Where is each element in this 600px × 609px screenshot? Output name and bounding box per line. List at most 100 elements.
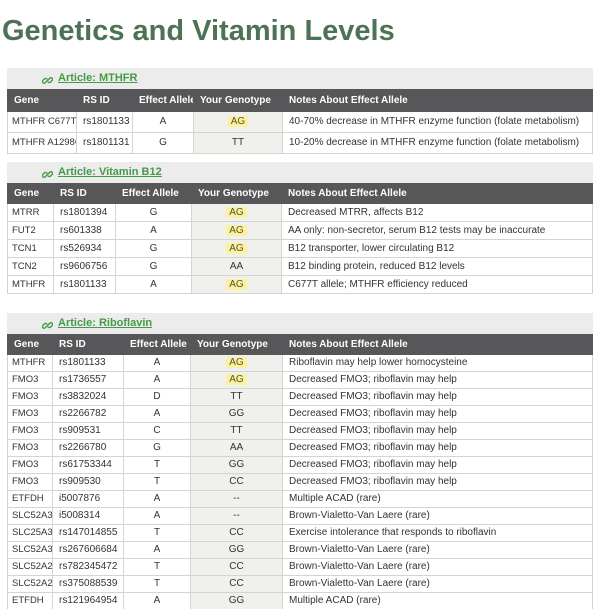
column-header: Gene: [7, 334, 53, 355]
notes-cell: Decreased FMO3; riboflavin may help: [282, 422, 593, 440]
genotype-value: GG: [228, 459, 245, 470]
genotype-cell: CC: [190, 575, 283, 593]
rsid-cell: rs1736557: [52, 371, 124, 389]
rsid-cell: rs2266782: [52, 405, 124, 423]
genotype-value: GG: [228, 595, 245, 606]
rsid-cell: rs1801133: [53, 275, 116, 294]
rsid-cell: i5007876: [52, 490, 124, 508]
genotype-cell: TT: [190, 388, 283, 406]
notes-cell: Brown-Vialetto-Van Laere (rare): [282, 575, 593, 593]
rsid-cell: rs909530: [52, 473, 124, 491]
notes-cell: Decreased FMO3; riboflavin may help: [282, 456, 593, 474]
rsid-cell: rs1801394: [53, 203, 116, 222]
effect-allele-cell: T: [123, 524, 191, 542]
table-row: MTHFR rs1801133 A AG Riboflavin may help low…: [7, 354, 593, 372]
genotype-table: Gene RS ID Effect Allele Your Genotype Notes…: [7, 183, 593, 294]
genotype-cell: AG: [190, 354, 283, 372]
gene-cell: ETFDH: [7, 592, 53, 609]
genotype-value: GG: [228, 544, 245, 555]
table-row: FUT2 rs601338 A AG AA only: non-secretor, se…: [7, 221, 593, 240]
report-section: Article: MTHFR Gene RS ID Effect Allele You…: [7, 68, 593, 154]
table-header-row: Gene RS ID Effect Allele Your Genotype Notes…: [7, 334, 593, 355]
notes-cell: AA only: non-secretor, serum B12 tests m…: [281, 221, 593, 240]
table-row: TCN1 rs526934 G AG B12 transporter, lower ci…: [7, 239, 593, 258]
genotype-cell: AA: [190, 439, 283, 457]
table-row: SLC52A3 rs267606684 A GG Brown-Vialetto-Van …: [7, 541, 593, 559]
table-row: FMO3 rs2266780 G AA Decreased FMO3; riboflav…: [7, 439, 593, 457]
rsid-cell: rs375088539: [52, 575, 124, 593]
article-link-strip: Article: Riboflavin: [7, 313, 593, 334]
genotype-cell: AA: [191, 257, 282, 276]
notes-cell: Brown-Vialetto-Van Laere (rare): [282, 558, 593, 576]
table-row: FMO3 rs909530 T CC Decreased FMO3; riboflavi…: [7, 473, 593, 491]
notes-cell: Decreased FMO3; riboflavin may help: [282, 405, 593, 423]
rsid-cell: rs147014855: [52, 524, 124, 542]
column-header: Notes About Effect Allele: [282, 89, 593, 112]
gene-cell: FMO3: [7, 473, 53, 491]
effect-allele-cell: A: [123, 507, 191, 525]
gene-cell: TCN1: [7, 239, 54, 258]
effect-allele-cell: C: [123, 422, 191, 440]
rsid-cell: rs3832024: [52, 388, 124, 406]
gene-cell: SLC52A3: [7, 541, 53, 559]
genotype-cell: AG: [191, 221, 282, 240]
genotype-cell: --: [190, 490, 283, 508]
notes-cell: Brown-Vialetto-Van Laere (rare): [282, 541, 593, 559]
genotype-value: TT: [231, 137, 245, 148]
genotype-highlight: AG: [226, 374, 247, 385]
gene-cell: ETFDH: [7, 490, 53, 508]
genotype-table: Gene RS ID Effect Allele Your Genotype Notes…: [7, 334, 593, 609]
table-row: FMO3 rs2266782 A GG Decreased FMO3; riboflav…: [7, 405, 593, 423]
effect-allele-cell: G: [132, 132, 194, 154]
genotype-highlight: AG: [226, 225, 247, 236]
genotype-value: AA: [229, 442, 244, 453]
genotype-cell: GG: [190, 592, 283, 609]
table-row: FMO3 rs61753344 T GG Decreased FMO3; ribofla…: [7, 456, 593, 474]
table-row: FMO3 rs1736557 A AG Decreased FMO3; riboflav…: [7, 371, 593, 389]
column-header: Notes About Effect Allele: [281, 183, 593, 204]
gene-cell: FMO3: [7, 405, 53, 423]
genotype-highlight: AG: [227, 116, 249, 127]
genotype-cell: TT: [193, 132, 283, 154]
genotype-table: Gene RS ID Effect Allele Your Genotype Notes…: [7, 89, 593, 154]
rsid-cell: rs782345472: [52, 558, 124, 576]
genotype-value: CC: [229, 578, 244, 589]
column-header: Your Genotype: [191, 183, 282, 204]
table-row: MTHFR C677T rs1801133 A AG 40-70% decrease i…: [7, 111, 593, 133]
effect-allele-cell: T: [123, 575, 191, 593]
chain-link-icon: [41, 167, 54, 178]
effect-allele-cell: G: [115, 239, 192, 258]
effect-allele-cell: A: [123, 541, 191, 559]
article-link[interactable]: Article: MTHFR: [58, 72, 137, 85]
article-link-strip: Article: Vitamin B12: [7, 162, 593, 183]
column-header: RS ID: [53, 183, 116, 204]
chain-link-icon: [41, 73, 54, 84]
genotype-highlight: AG: [226, 357, 247, 368]
table-row: ETFDH rs121964954 A GG Multiple ACAD (rare): [7, 592, 593, 609]
column-header: Gene: [7, 183, 54, 204]
gene-cell: FMO3: [7, 422, 53, 440]
report-section: Article: Riboflavin Gene RS ID Effect Alle…: [7, 313, 593, 609]
notes-cell: Decreased MTRR, affects B12: [281, 203, 593, 222]
effect-allele-cell: A: [123, 405, 191, 423]
effect-allele-cell: G: [115, 203, 192, 222]
rsid-cell: rs526934: [53, 239, 116, 258]
table-header-row: Gene RS ID Effect Allele Your Genotype Notes…: [7, 89, 593, 112]
notes-cell: Decreased FMO3; riboflavin may help: [282, 371, 593, 389]
column-header: Your Genotype: [193, 89, 283, 112]
effect-allele-cell: A: [123, 592, 191, 609]
genotype-value: TT: [230, 391, 243, 402]
genotype-highlight: AG: [226, 207, 247, 218]
effect-allele-cell: A: [123, 490, 191, 508]
article-link[interactable]: Article: Riboflavin: [58, 317, 152, 330]
notes-cell: Decreased FMO3; riboflavin may help: [282, 473, 593, 491]
notes-cell: 10-20% decrease in MTHFR enzyme function…: [282, 132, 593, 154]
table-row: SLC52A2 rs375088539 T CC Brown-Vialetto-Van …: [7, 575, 593, 593]
rsid-cell: i5008314: [52, 507, 124, 525]
notes-cell: Decreased FMO3; riboflavin may help: [282, 439, 593, 457]
genotype-value: --: [233, 510, 240, 521]
genotype-value: GG: [228, 408, 245, 419]
article-link[interactable]: Article: Vitamin B12: [58, 166, 162, 179]
gene-cell: MTHFR A1298C: [7, 132, 77, 154]
effect-allele-cell: A: [123, 371, 191, 389]
